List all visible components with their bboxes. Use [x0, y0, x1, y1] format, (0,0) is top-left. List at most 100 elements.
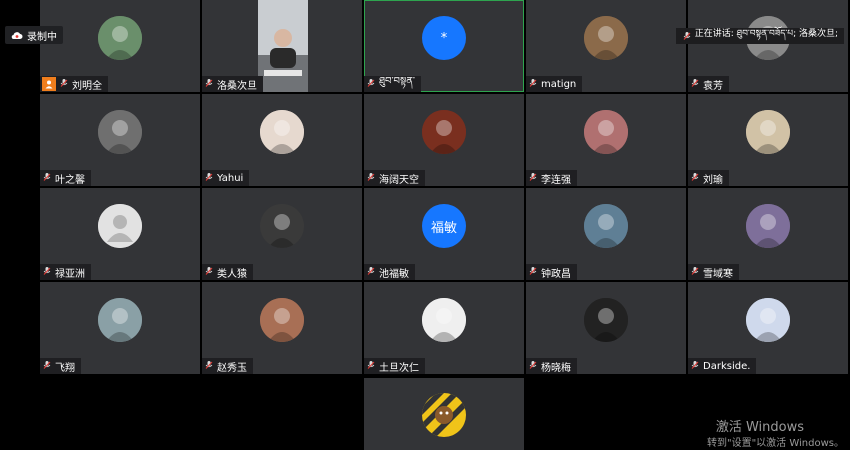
mic-muted-icon[interactable]	[366, 360, 376, 373]
mic-muted-icon[interactable]	[366, 78, 376, 91]
mic-muted-icon[interactable]	[366, 172, 376, 185]
participant-avatar	[422, 298, 466, 342]
participant-namebar: 袁芳	[688, 76, 729, 92]
participant-avatar	[98, 110, 142, 154]
mic-muted-icon[interactable]	[59, 78, 69, 91]
mic-muted-icon[interactable]	[690, 172, 700, 185]
mic-muted-icon[interactable]	[528, 172, 538, 185]
participant-avatar	[422, 110, 466, 154]
participant-avatar	[422, 393, 466, 437]
participant-name: 土旦次仁	[379, 362, 419, 374]
participant-video	[258, 0, 308, 92]
participant-avatar	[584, 204, 628, 248]
participant-tile[interactable]: 刘瑜	[688, 94, 848, 186]
profile-photo-icon	[584, 16, 628, 60]
profile-photo-icon	[260, 298, 304, 342]
mic-muted-icon[interactable]	[690, 78, 700, 91]
participant-name: 雪域寒	[703, 268, 733, 280]
participant-name: 飞翔	[55, 362, 75, 374]
mic-muted-icon[interactable]	[204, 266, 214, 279]
windows-activation-hint: 转到"设置"以激活 Windows。	[706, 438, 844, 449]
participant-avatar: *	[422, 16, 466, 60]
participant-tile[interactable]: 钟政昌	[526, 188, 686, 280]
profile-photo-icon	[746, 110, 790, 154]
cloud-record-icon	[11, 32, 23, 40]
recording-indicator[interactable]: 录制中	[5, 26, 63, 44]
participant-namebar: 池福敏	[364, 264, 415, 280]
mic-muted-icon[interactable]	[42, 360, 52, 373]
participant-tile[interactable]: 李连强	[526, 94, 686, 186]
participant-namebar: 李连强	[526, 170, 577, 186]
participant-namebar: matign	[526, 76, 583, 92]
profile-photo-icon	[260, 110, 304, 154]
participant-avatar	[746, 204, 790, 248]
participant-avatar	[584, 16, 628, 60]
participant-namebar: 刘明全	[40, 76, 108, 92]
participant-tile[interactable]: 雪域寒	[688, 188, 848, 280]
avatar-initials: 福敏	[430, 220, 457, 236]
participant-namebar: 叶之馨	[40, 170, 91, 186]
participant-tile[interactable]: matign	[526, 0, 686, 92]
participant-tile[interactable]: 杨晓梅	[526, 282, 686, 374]
participant-tile[interactable]: 赵秀玉	[202, 282, 362, 374]
participant-tile[interactable]: Yahui	[202, 94, 362, 186]
participant-tile[interactable]: 类人猿	[202, 188, 362, 280]
participant-avatar	[260, 298, 304, 342]
mic-muted-icon[interactable]	[690, 266, 700, 279]
host-icon	[42, 77, 56, 91]
profile-photo-icon	[584, 204, 628, 248]
participant-namebar: 雪域寒	[688, 264, 739, 280]
participant-name: ཐུབ་བསྟན་	[379, 76, 415, 87]
recording-label: 录制中	[27, 31, 57, 43]
profile-photo-icon	[584, 298, 628, 342]
participant-tile-extra[interactable]	[364, 378, 524, 450]
participant-tile[interactable]: 禄亚洲	[40, 188, 200, 280]
participant-avatar	[746, 110, 790, 154]
participant-avatar	[746, 298, 790, 342]
participant-tile[interactable]: 叶之馨	[40, 94, 200, 186]
participant-avatar	[98, 204, 142, 248]
mic-muted-icon[interactable]	[690, 360, 700, 373]
participant-tile[interactable]: 海阔天空	[364, 94, 524, 186]
participant-avatar	[98, 298, 142, 342]
participant-tile[interactable]: 飞翔	[40, 282, 200, 374]
participant-tile[interactable]: * ཐུབ་བསྟན་	[364, 0, 524, 92]
participant-tile[interactable]: Darkside.	[688, 282, 848, 374]
mic-muted-icon[interactable]	[204, 360, 214, 373]
participant-name: 赵秀玉	[217, 362, 247, 374]
mic-muted-icon[interactable]	[528, 360, 538, 373]
participant-tile[interactable]: 刘明全	[40, 0, 200, 92]
mic-muted-icon[interactable]	[528, 266, 538, 279]
participant-namebar: ཐུབ་བསྟན་	[364, 76, 421, 92]
speaking-indicator: 正在讲话: ཐུབ་བསྟན་བཟོད་པ; 洛桑次旦;	[675, 28, 844, 44]
profile-photo-icon	[422, 298, 466, 342]
participant-namebar: 钟政昌	[526, 264, 577, 280]
profile-photo-icon	[746, 298, 790, 342]
video-grid: 刘明全 洛桑次旦 * ཐུབ་བསྟན་ matign 袁芳叶之馨 Yahui 海阔天空 李连强…	[40, 0, 848, 376]
mic-muted-icon[interactable]	[366, 266, 376, 279]
profile-photo-icon	[746, 204, 790, 248]
participant-name: 池福敏	[379, 268, 409, 280]
profile-photo-icon	[260, 204, 304, 248]
participant-name: 叶之馨	[55, 174, 85, 186]
participant-name: 刘瑜	[703, 174, 723, 186]
mic-muted-icon[interactable]	[204, 172, 214, 185]
profile-photo-icon	[584, 110, 628, 154]
participant-namebar: 禄亚洲	[40, 264, 91, 280]
participant-name: Yahui	[217, 172, 244, 184]
participant-avatar: 福敏	[422, 204, 466, 248]
participant-avatar	[98, 16, 142, 60]
avatar-initials: *	[440, 30, 448, 46]
participant-tile[interactable]: 洛桑次旦	[202, 0, 362, 92]
participant-namebar: 类人猿	[202, 264, 253, 280]
mic-muted-icon[interactable]	[528, 78, 538, 91]
participant-namebar: 海阔天空	[364, 170, 425, 186]
participant-tile[interactable]: 福敏池福敏	[364, 188, 524, 280]
participant-tile[interactable]: 土旦次仁	[364, 282, 524, 374]
participant-name: 钟政昌	[541, 268, 571, 280]
participant-name: matign	[541, 78, 577, 90]
mic-muted-icon[interactable]	[204, 78, 214, 91]
mic-muted-icon[interactable]	[42, 266, 52, 279]
profile-photo-icon	[98, 16, 142, 60]
mic-muted-icon[interactable]	[42, 172, 52, 185]
